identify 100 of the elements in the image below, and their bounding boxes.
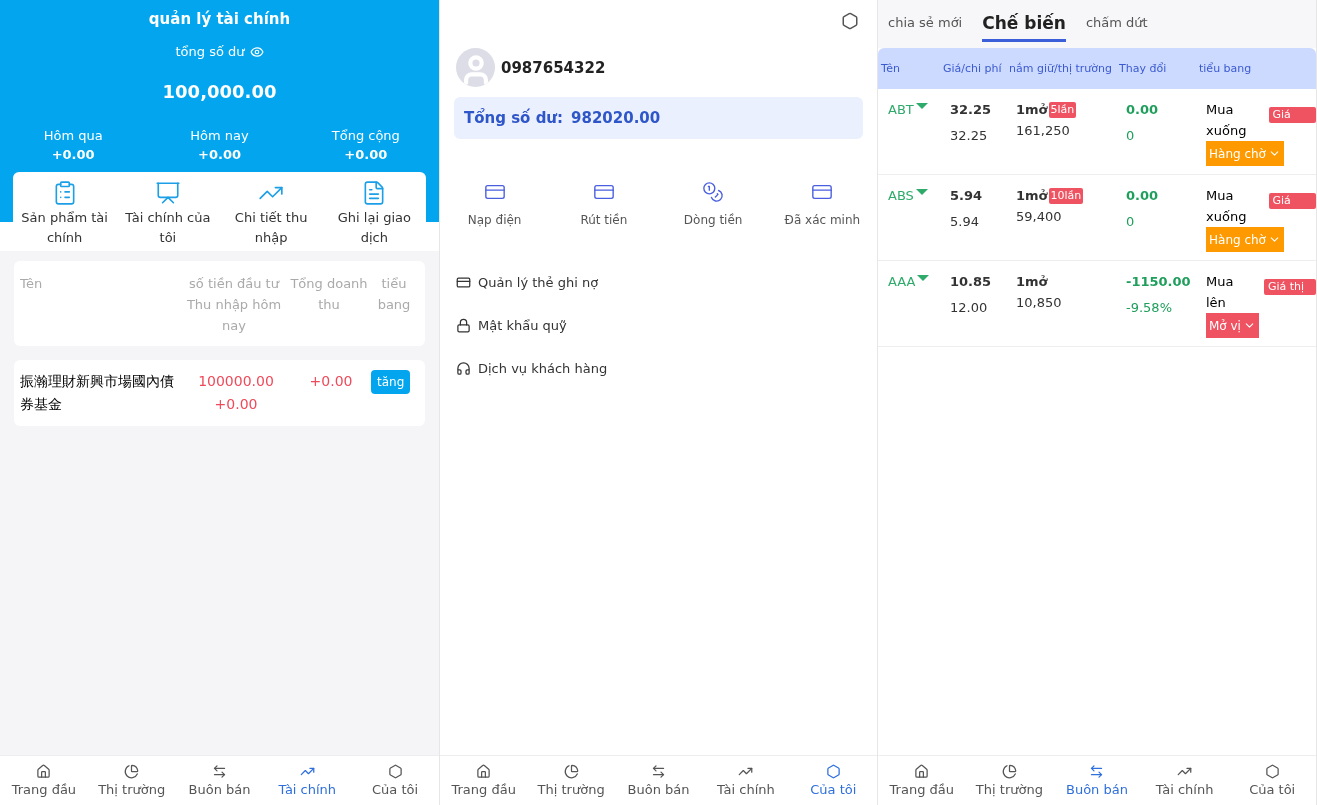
- action-label[interactable]: Đã xác minh: [784, 213, 861, 227]
- shortcut-icon[interactable]: [154, 180, 181, 206]
- menu-item[interactable]: Mật khẩu quỹ: [478, 317, 567, 333]
- nav-tab[interactable]: Trang đầu: [0, 756, 88, 805]
- tab[interactable]: Chế biến: [982, 12, 1066, 42]
- cost: 32.25: [950, 127, 989, 145]
- page-title: quản lý tài chính: [147, 10, 292, 28]
- column-header: Tổng doanh thu: [289, 275, 369, 314]
- price: 32.25: [950, 101, 993, 119]
- stat-label: Tổng cộng: [330, 128, 401, 143]
- nav-icon: [387, 764, 403, 779]
- column-header: số tiền đầu tư Thu nhập hôm nay: [185, 275, 283, 335]
- today-income: +0.00: [213, 395, 259, 414]
- price-tag: Giá thị: [1263, 279, 1316, 295]
- direction-label: Mua lên: [1206, 273, 1235, 312]
- nav-tab[interactable]: Của tôi: [351, 756, 439, 805]
- cost: 12.00: [950, 299, 989, 317]
- nav-icon: [651, 764, 666, 779]
- shortcut-label[interactable]: Ghi lại giao dịch: [324, 208, 425, 248]
- nav-tab[interactable]: Buôn bán: [614, 756, 703, 805]
- balance-label: tổng số dư: [175, 44, 245, 59]
- change-percent: 0: [1126, 127, 1136, 145]
- market-value: 10,850: [1016, 294, 1063, 312]
- headset-icon: [456, 360, 471, 376]
- nav-tab[interactable]: Buôn bán: [1053, 756, 1141, 805]
- nav-tab[interactable]: Của tôi: [1228, 756, 1316, 805]
- nav-tab[interactable]: Thị trường: [87, 756, 176, 805]
- times-badge: 5lần: [1048, 101, 1077, 118]
- phone-number: 0987654322: [501, 58, 606, 77]
- fund-name: 振瀚理財新興市場國內債券基金: [20, 372, 175, 414]
- change-percent: -9.58%: [1126, 299, 1173, 317]
- nav-icon: [124, 764, 140, 779]
- column-header: tiểu bang: [1199, 62, 1253, 75]
- nav-tab[interactable]: Tài chính: [702, 756, 790, 805]
- nav-icon: [476, 764, 492, 779]
- stat-value: +0.00: [50, 147, 96, 162]
- nav-icon: [212, 764, 227, 779]
- tab[interactable]: chia sẻ mới: [888, 15, 963, 39]
- column-header: nắm giữ/thị trường: [1009, 62, 1113, 75]
- price-tag: Giá: [1268, 107, 1316, 123]
- nav-tab[interactable]: Buôn bán: [175, 756, 264, 805]
- nav-tab[interactable]: Của tôi: [789, 756, 878, 805]
- stat-value: +0.00: [197, 147, 242, 162]
- total-revenue: +0.00: [308, 372, 354, 391]
- change-value: 0.00: [1126, 101, 1160, 119]
- nav-tab[interactable]: Thị trường: [965, 756, 1054, 805]
- nav-tab[interactable]: Trang đầu: [440, 756, 528, 805]
- stat-label: Hôm nay: [189, 128, 250, 143]
- balance-value: 100,000.00: [161, 81, 278, 102]
- nav-tab[interactable]: Tài chính: [1140, 756, 1229, 805]
- balance-value: 982020.00: [571, 109, 661, 127]
- direction-label: Mua xuống: [1206, 187, 1248, 226]
- menu-item[interactable]: Quản lý thẻ ghi nợ: [478, 274, 599, 290]
- nav-icon: [825, 764, 841, 779]
- menu-item[interactable]: Dịch vụ khách hàng: [478, 360, 608, 376]
- column-header: Tên: [881, 62, 901, 75]
- eye-icon[interactable]: [249, 44, 264, 59]
- nav-icon: [1264, 764, 1280, 779]
- column-header: Giá/chi phí: [943, 62, 1003, 75]
- nav-icon: [914, 764, 930, 779]
- column-header: tiểu bang: [376, 275, 412, 314]
- change-value: 0.00: [1126, 187, 1160, 205]
- settings-icon[interactable]: [841, 12, 859, 30]
- holding: 1mở: [1016, 101, 1048, 119]
- shortcut-label[interactable]: Chi tiết thu nhập: [221, 208, 322, 248]
- holding: 1mở: [1016, 187, 1048, 205]
- cost: 5.94: [950, 213, 980, 231]
- tab[interactable]: chấm dứt: [1085, 15, 1148, 39]
- column-header: Thay đổi: [1119, 62, 1168, 75]
- nav-icon: [563, 764, 579, 779]
- shortcut-label[interactable]: Tài chính của tôi: [117, 208, 218, 248]
- price: 5.94: [950, 187, 984, 205]
- market-value: 161,250: [1016, 122, 1071, 140]
- column-header: Tên: [20, 275, 44, 293]
- avatar: [456, 48, 495, 87]
- action-label[interactable]: Rút tiền: [580, 213, 628, 227]
- nav-icon: [36, 764, 52, 779]
- stat-value: +0.00: [343, 147, 389, 162]
- nav-icon: [1089, 764, 1105, 779]
- stat-label: Hôm qua: [42, 128, 104, 143]
- shortcut-label[interactable]: Sản phẩm tài chính: [14, 208, 115, 248]
- market-value: 59,400: [1016, 208, 1063, 226]
- price-tag: Giá: [1268, 193, 1316, 209]
- balance-label: Tổng số dư:: [464, 109, 564, 127]
- card-icon: [456, 274, 471, 290]
- action-label[interactable]: Nạp điện: [467, 213, 522, 227]
- holding: 1mở: [1016, 273, 1048, 291]
- nav-tab[interactable]: Tài chính: [263, 756, 352, 805]
- coins-icon[interactable]: [702, 181, 725, 203]
- times-badge: 10lần: [1048, 187, 1084, 204]
- invest-amount: 100000.00: [197, 372, 275, 391]
- action-label[interactable]: Dòng tiền: [683, 213, 743, 227]
- change-value: -1150.00: [1126, 273, 1192, 291]
- price: 10.85: [950, 273, 993, 291]
- nav-icon: [1001, 764, 1017, 779]
- lock-icon: [456, 317, 471, 333]
- direction-label: Mua xuống: [1206, 101, 1248, 140]
- change-percent: 0: [1126, 213, 1136, 231]
- nav-tab[interactable]: Trang đầu: [878, 756, 966, 805]
- nav-tab[interactable]: Thị trường: [527, 756, 615, 805]
